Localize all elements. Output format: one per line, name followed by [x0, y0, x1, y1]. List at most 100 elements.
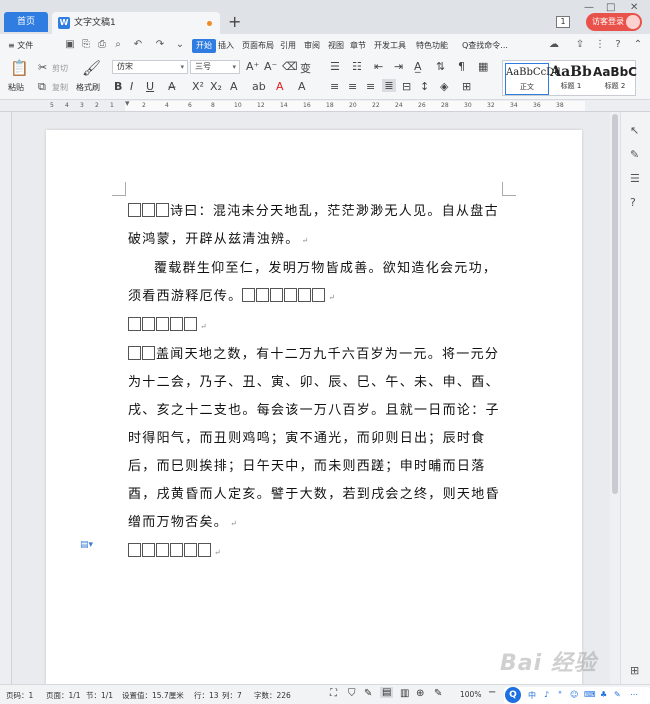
ime-punct-icon[interactable]: °: [558, 690, 562, 699]
save-icon[interactable]: ▣: [64, 39, 76, 51]
status-row[interactable]: 行：13: [194, 690, 219, 701]
status-setting[interactable]: 设置值：15.7厘米: [122, 690, 184, 701]
paragraph[interactable]: ↵: [128, 538, 504, 567]
menu-developer[interactable]: 开发工具: [374, 39, 406, 53]
read-view-icon[interactable]: ▥: [400, 688, 409, 699]
highlight-icon[interactable]: ab: [252, 80, 266, 93]
select-icon[interactable]: ↖: [630, 124, 639, 137]
indent-marker-icon[interactable]: ▾: [125, 99, 130, 109]
clear-format-icon[interactable]: ⌫: [282, 60, 298, 73]
document-page[interactable]: 诗曰：混沌未分天地乱，茫茫渺渺无人见。自从盘古破鸿蒙，开辟从兹清浊辨。 ↵ 覆载群生…: [46, 130, 582, 690]
more-options-icon[interactable]: ⋮: [594, 39, 606, 51]
show-marks-icon[interactable]: ¶: [458, 60, 465, 73]
print-icon[interactable]: ⎙: [96, 39, 108, 51]
menu-section[interactable]: 章节: [350, 39, 366, 53]
ime-skin-icon[interactable]: ♣: [600, 690, 607, 699]
horizontal-ruler[interactable]: ▾ 5 4 3 2 1 2 4 6 8 10 12 14 16 18 20 22 24 26 28 30 32…: [0, 99, 650, 112]
italic-icon[interactable]: I: [130, 80, 133, 93]
cloud-icon[interactable]: ☁: [548, 39, 560, 51]
paragraph-layout-icon[interactable]: ▤▾: [80, 540, 93, 550]
style-normal[interactable]: AaBbCcDd 正文: [505, 63, 561, 95]
char-shading-icon[interactable]: A: [298, 80, 306, 93]
ime-keyboard-icon[interactable]: ⌨: [584, 690, 596, 699]
paragraph[interactable]: 盖闻天地之数，有十二万九千六百岁为一元。将一元分为十二会，乃子、丑、寅、卯、辰、…: [128, 341, 504, 538]
pinyin-icon[interactable]: 变: [300, 60, 311, 76]
paragraph[interactable]: ↵: [128, 312, 504, 341]
chinese-layout-icon[interactable]: A̲: [414, 60, 422, 73]
status-word-count[interactable]: 字数：226: [254, 690, 291, 701]
visitor-login-button[interactable]: 访客登录: [586, 13, 642, 31]
decrease-indent-icon[interactable]: ⇤: [374, 60, 383, 73]
edit-mode-icon[interactable]: ✎: [364, 688, 372, 699]
status-pages[interactable]: 页面：1/1: [46, 690, 81, 701]
cut-icon[interactable]: ✂: [38, 61, 47, 74]
menu-references[interactable]: 引用: [280, 39, 296, 53]
align-center-icon[interactable]: ≡: [348, 80, 357, 93]
menu-special[interactable]: 特色功能: [416, 39, 448, 53]
ime-lang-indicator[interactable]: 中: [528, 690, 536, 701]
copy-icon[interactable]: ⧉: [38, 80, 46, 94]
more-icon[interactable]: ⌄: [174, 39, 186, 51]
scrollbar-thumb[interactable]: [612, 114, 618, 494]
ime-more-icon[interactable]: ⋯: [630, 690, 638, 699]
cut-label[interactable]: 剪切: [52, 63, 68, 74]
eye-protect-icon[interactable]: ✎: [434, 688, 442, 699]
fullscreen-icon[interactable]: ⛶: [330, 688, 337, 699]
distribute-icon[interactable]: ⊟: [402, 80, 411, 93]
menu-view[interactable]: 视图: [328, 39, 344, 53]
protect-icon[interactable]: ⛉: [348, 688, 356, 699]
underline-icon[interactable]: U: [146, 80, 154, 93]
menu-page-layout[interactable]: 页面布局: [242, 39, 274, 53]
sort-icon[interactable]: ⇅: [436, 60, 445, 73]
page-view-icon[interactable]: ▤: [380, 687, 394, 698]
style-heading1[interactable]: AaBb 标题 1: [549, 63, 593, 95]
superscript-icon[interactable]: X²: [192, 80, 204, 93]
menu-review[interactable]: 审阅: [304, 39, 320, 53]
font-color-icon[interactable]: A: [276, 80, 284, 93]
help-circle-icon[interactable]: ?: [630, 196, 636, 209]
align-right-icon[interactable]: ≡: [366, 80, 375, 93]
search-command-input[interactable]: Q查找命令...: [462, 39, 508, 53]
status-page-number[interactable]: 页码：1: [6, 690, 33, 701]
settings-sliders-icon[interactable]: ☰: [630, 172, 640, 185]
input-method-bar[interactable]: Q 中 ♪ ° ☺ ⌨ ♣ ✎ ⋯: [504, 687, 650, 704]
bold-icon[interactable]: B: [114, 80, 122, 93]
bullet-list-icon[interactable]: ☰: [330, 60, 340, 73]
numbered-list-icon[interactable]: ☷: [352, 60, 362, 73]
redo-icon[interactable]: ↷: [154, 39, 166, 51]
align-left-icon[interactable]: ≡: [330, 80, 339, 93]
format-painter-icon[interactable]: 🖌: [82, 59, 101, 77]
vertical-ruler[interactable]: [0, 112, 12, 684]
font-name-select[interactable]: 仿宋 ▾: [112, 60, 188, 74]
font-size-select[interactable]: 三号 ▾: [190, 60, 240, 74]
copy-label[interactable]: 复制: [52, 82, 68, 93]
menu-file[interactable]: ≡ 文件: [8, 39, 33, 53]
justify-icon[interactable]: ≣: [382, 79, 396, 92]
ime-moon-icon[interactable]: ♪: [544, 690, 549, 699]
shading-icon[interactable]: ◈: [440, 80, 448, 93]
shrink-font-icon[interactable]: A⁻: [264, 60, 277, 73]
window-count-badge[interactable]: 1: [556, 16, 570, 28]
borders-icon[interactable]: ▦: [478, 60, 488, 73]
collapse-ribbon-icon[interactable]: ⌃: [632, 39, 644, 51]
paste-icon[interactable]: 📋: [10, 59, 29, 77]
text-effect-icon[interactable]: A: [230, 80, 238, 93]
paragraph[interactable]: 覆载群生仰至仁，发明万物皆成善。欲知造化会元功，须看西游释厄传。 ↵: [128, 255, 504, 312]
table-border-icon[interactable]: ⊞: [462, 80, 471, 93]
vertical-scrollbar[interactable]: [610, 112, 620, 684]
strikethrough-icon[interactable]: A̶: [168, 80, 176, 93]
increase-indent-icon[interactable]: ⇥: [394, 60, 403, 73]
document-body[interactable]: 诗曰：混沌未分天地乱，茫茫渺渺无人见。自从盘古破鸿蒙，开辟从兹清浊辨。 ↵ 覆载群生…: [128, 198, 504, 567]
undo-icon[interactable]: ↶: [132, 39, 144, 51]
status-section[interactable]: 节：1/1: [86, 690, 113, 701]
print-preview-icon[interactable]: ⌕: [112, 39, 124, 51]
ime-emoji-icon[interactable]: ☺: [570, 690, 578, 699]
new-tab-button[interactable]: +: [228, 12, 241, 32]
style-heading2[interactable]: AaBbC 标题 2: [593, 63, 637, 95]
ime-logo-icon[interactable]: Q: [505, 687, 521, 703]
tab-document[interactable]: W 文字文稿1: [52, 12, 220, 34]
format-painter-label[interactable]: 格式刷: [76, 82, 100, 93]
menu-home[interactable]: 开始: [192, 39, 216, 53]
grid-icon[interactable]: ⊞: [630, 664, 639, 677]
zoom-out-icon[interactable]: −: [488, 687, 496, 698]
